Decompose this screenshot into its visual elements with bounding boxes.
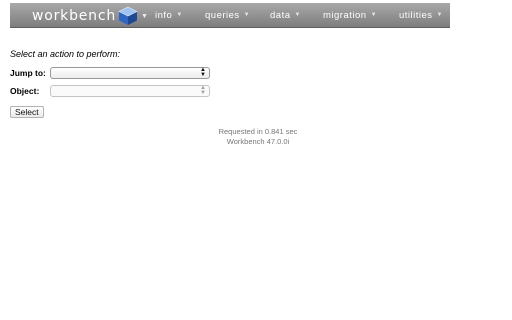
jump-to-row: Jump to: ▲ ▼: [10, 67, 210, 79]
action-prompt: Select an action to perform:: [10, 49, 121, 59]
menu-migration-label: migration: [323, 9, 367, 21]
menu-data-label: data: [270, 9, 291, 21]
version-label: Workbench 47.0.0i: [226, 137, 290, 146]
caret-down-icon: ▼: [370, 12, 378, 18]
menu-utilities-label: utilities: [399, 9, 433, 21]
main-content: Select an action to perform: Jump to: ▲ ▼…: [10, 47, 500, 118]
object-select[interactable]: ▲ ▼: [50, 85, 210, 97]
logo-text: workbench: [32, 8, 117, 24]
caret-down-icon: ▼: [436, 12, 443, 18]
top-navbar: workbench ▼ info ▼ queries ▼ data ▼ migrati…: [10, 3, 450, 28]
menu-queries[interactable]: queries ▼: [205, 3, 250, 27]
workbench-logo[interactable]: workbench ▼: [32, 5, 148, 27]
menu-info[interactable]: info ▼: [155, 3, 183, 27]
select-button[interactable]: Select: [10, 106, 44, 118]
jump-to-select[interactable]: ▲ ▼: [50, 67, 210, 79]
caret-down-icon: ▼: [141, 12, 148, 20]
select-arrows-icon: ▲ ▼: [200, 85, 206, 96]
page-footer: Requested in 0.841 sec Workbench 47.0.0i: [0, 127, 512, 147]
menu-queries-label: queries: [205, 9, 240, 21]
cube-icon: [118, 6, 138, 25]
request-time: Requested in 0.841 sec: [218, 127, 298, 136]
caret-down-icon: ▼: [176, 12, 183, 18]
object-label: Object:: [10, 86, 40, 96]
menu-migration[interactable]: migration ▼: [323, 3, 377, 27]
menu-info-label: info: [155, 9, 173, 21]
object-row: Object: ▲ ▼: [10, 85, 210, 97]
select-arrows-icon: ▲ ▼: [200, 67, 206, 78]
jump-to-label: Jump to:: [10, 68, 46, 78]
caret-down-icon: ▼: [294, 12, 301, 18]
menu-data[interactable]: data ▼: [270, 3, 301, 27]
menu-utilities[interactable]: utilities ▼: [399, 3, 443, 27]
caret-down-icon: ▼: [243, 12, 251, 18]
